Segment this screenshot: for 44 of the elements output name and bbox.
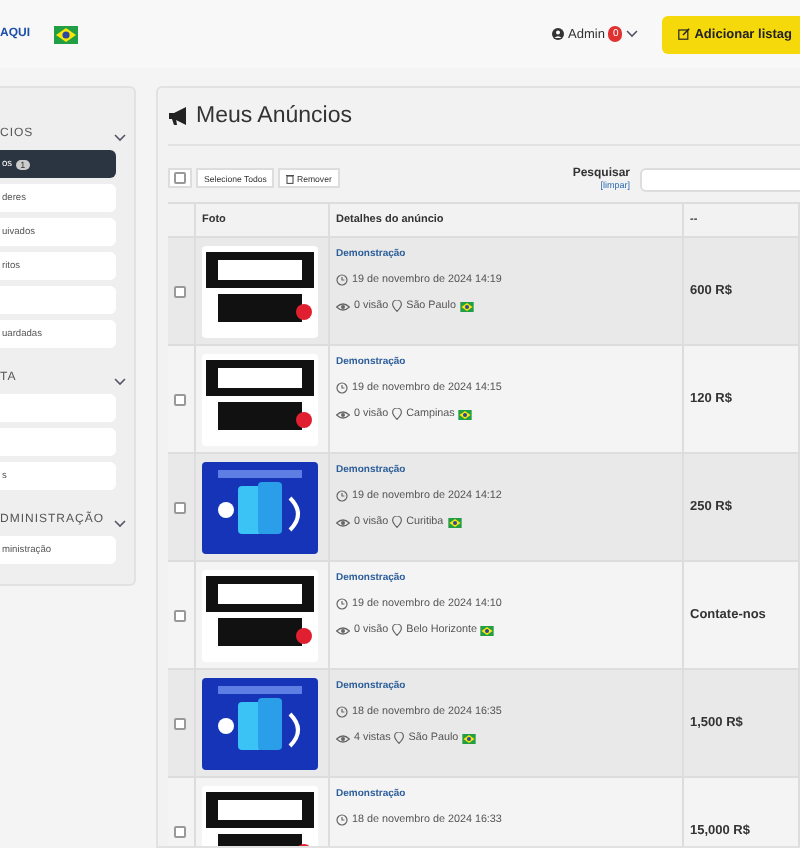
user-icon [552,28,565,40]
map-pin-icon [392,300,403,312]
row-checkbox[interactable] [174,285,186,297]
map-pin-icon [392,516,403,528]
flag-icon [447,517,462,527]
map-pin-icon [392,408,403,420]
eye-icon [336,301,350,311]
eye-icon [336,625,350,635]
sale-ad-drawing [202,245,318,337]
clock-icon [336,814,348,826]
eye-icon [336,733,350,743]
page-title: Meus Anúncios [196,104,352,128]
chevron-down-icon[interactable] [114,378,126,386]
sale-ad-drawing [202,353,318,445]
map-pin-icon [392,624,403,636]
flag-icon [462,733,477,743]
phone-promo-ad-drawing [202,677,318,769]
row-checkbox[interactable] [174,609,186,621]
search-field[interactable] [640,168,800,192]
flag-icon [459,301,474,311]
eye-icon [336,517,350,527]
flag-icon [458,409,473,419]
trash-icon [286,173,295,183]
flag-icon [54,25,78,43]
row-checkbox[interactable] [174,501,186,513]
megaphone-icon [168,106,190,126]
eye-icon [336,409,350,419]
select-all-checkbox[interactable] [168,168,192,188]
clock-icon [336,382,348,394]
phone-promo-ad-drawing [202,461,318,553]
row-checkbox[interactable] [174,717,186,729]
clock-icon [336,706,348,718]
sale-ad-drawing [202,569,318,661]
map-pin-icon [394,732,405,744]
edit-icon [678,28,691,40]
row-checkbox[interactable] [174,825,186,837]
clock-icon [336,598,348,610]
row-checkbox[interactable] [174,393,186,405]
clock-icon [336,490,348,502]
chevron-down-icon[interactable] [114,134,126,142]
clock-icon [336,274,348,286]
chevron-down-icon[interactable] [626,30,639,38]
flag-icon [480,625,495,635]
chevron-down-icon[interactable] [114,520,126,528]
